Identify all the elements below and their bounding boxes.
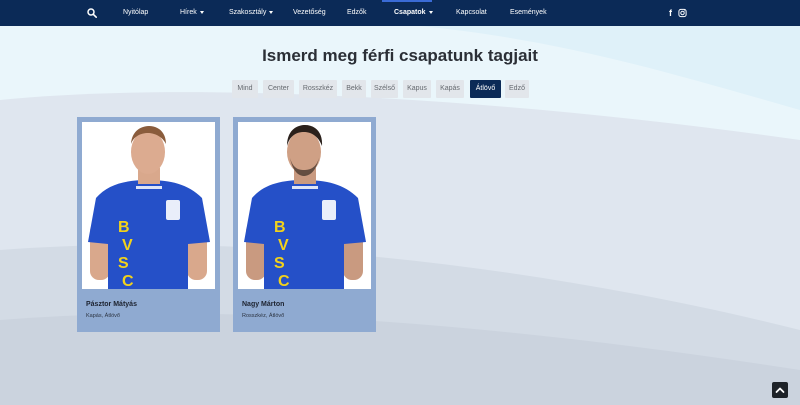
player-photo: B V S C xyxy=(238,122,371,289)
filter-center[interactable]: Center xyxy=(263,80,294,98)
filter-mind[interactable]: Mind xyxy=(232,80,258,98)
nav-item-label: Szakosztály xyxy=(229,9,267,16)
svg-text:S: S xyxy=(274,255,285,272)
nav-item-csapatok[interactable]: Csapatok xyxy=(394,0,433,26)
filter-rosszkez[interactable]: Rosszkéz xyxy=(299,80,337,98)
instagram-icon[interactable] xyxy=(678,8,687,18)
player-card[interactable]: B V S C Nagy Márton Rosszkéz, Átlövő xyxy=(233,117,376,332)
nav-item-label: Csapatok xyxy=(394,9,426,16)
scroll-to-top-button[interactable] xyxy=(772,382,788,398)
svg-text:B: B xyxy=(274,219,286,236)
nav-item-kapcsolat[interactable]: Kapcsolat xyxy=(456,0,487,26)
nav-item-vezetoseg[interactable]: Vezetőség xyxy=(293,0,326,26)
filter-atlovo[interactable]: Átlövő xyxy=(470,80,501,98)
filter-szelso[interactable]: Szélső xyxy=(371,80,398,98)
svg-text:C: C xyxy=(122,273,134,289)
facebook-icon[interactable]: f xyxy=(666,8,675,18)
filter-kapas[interactable]: Kapás xyxy=(436,80,464,98)
svg-text:V: V xyxy=(278,237,289,254)
nav-item-edzok[interactable]: Edzők xyxy=(347,0,366,26)
player-name: Nagy Márton xyxy=(242,301,285,308)
nav-item-label: Hírek xyxy=(180,9,197,16)
caret-down-icon xyxy=(428,10,433,14)
nav-item-label: Vezetőség xyxy=(293,9,326,16)
player-positions: Rosszkéz, Átlövő xyxy=(242,313,285,319)
nav-item-label: Nyitólap xyxy=(123,9,149,16)
chevron-up-icon xyxy=(775,387,785,393)
svg-text:V: V xyxy=(122,237,133,254)
player-figure: B V S C xyxy=(88,126,210,289)
svg-text:S: S xyxy=(118,255,129,272)
nav-item-esemenyek[interactable]: Események xyxy=(510,0,547,26)
caret-down-icon xyxy=(199,10,204,14)
filter-edzo[interactable]: Edző xyxy=(505,80,529,98)
nav-item-hirek[interactable]: Hírek xyxy=(180,0,204,26)
nav-item-label: Kapcsolat xyxy=(456,9,487,16)
player-card[interactable]: B V S C Pásztor Mátyás Kapás, Átlövő xyxy=(77,117,220,332)
nav-item-szakosztaly[interactable]: Szakosztály xyxy=(229,0,274,26)
caret-down-icon xyxy=(269,10,274,14)
player-photo: B V S C xyxy=(82,122,215,289)
main-navbar: Nyitólap Hírek Szakosztály Vezetőség Edz… xyxy=(0,0,800,26)
player-name: Pásztor Mátyás xyxy=(86,301,137,308)
nav-item-label: Edzők xyxy=(347,9,367,16)
svg-text:B: B xyxy=(118,219,130,236)
player-positions: Kapás, Átlövő xyxy=(86,313,120,319)
svg-text:C: C xyxy=(278,273,290,289)
section-title: Ismerd meg férfi csapatunk tagjait xyxy=(262,46,538,65)
filter-bekk[interactable]: Bekk xyxy=(342,80,366,98)
nav-item-nyitolap[interactable]: Nyitólap xyxy=(123,0,148,26)
nav-item-label: Események xyxy=(510,9,547,16)
player-figure: B V S C xyxy=(244,125,366,289)
search-icon[interactable] xyxy=(87,8,97,18)
filter-kapus[interactable]: Kapus xyxy=(403,80,431,98)
